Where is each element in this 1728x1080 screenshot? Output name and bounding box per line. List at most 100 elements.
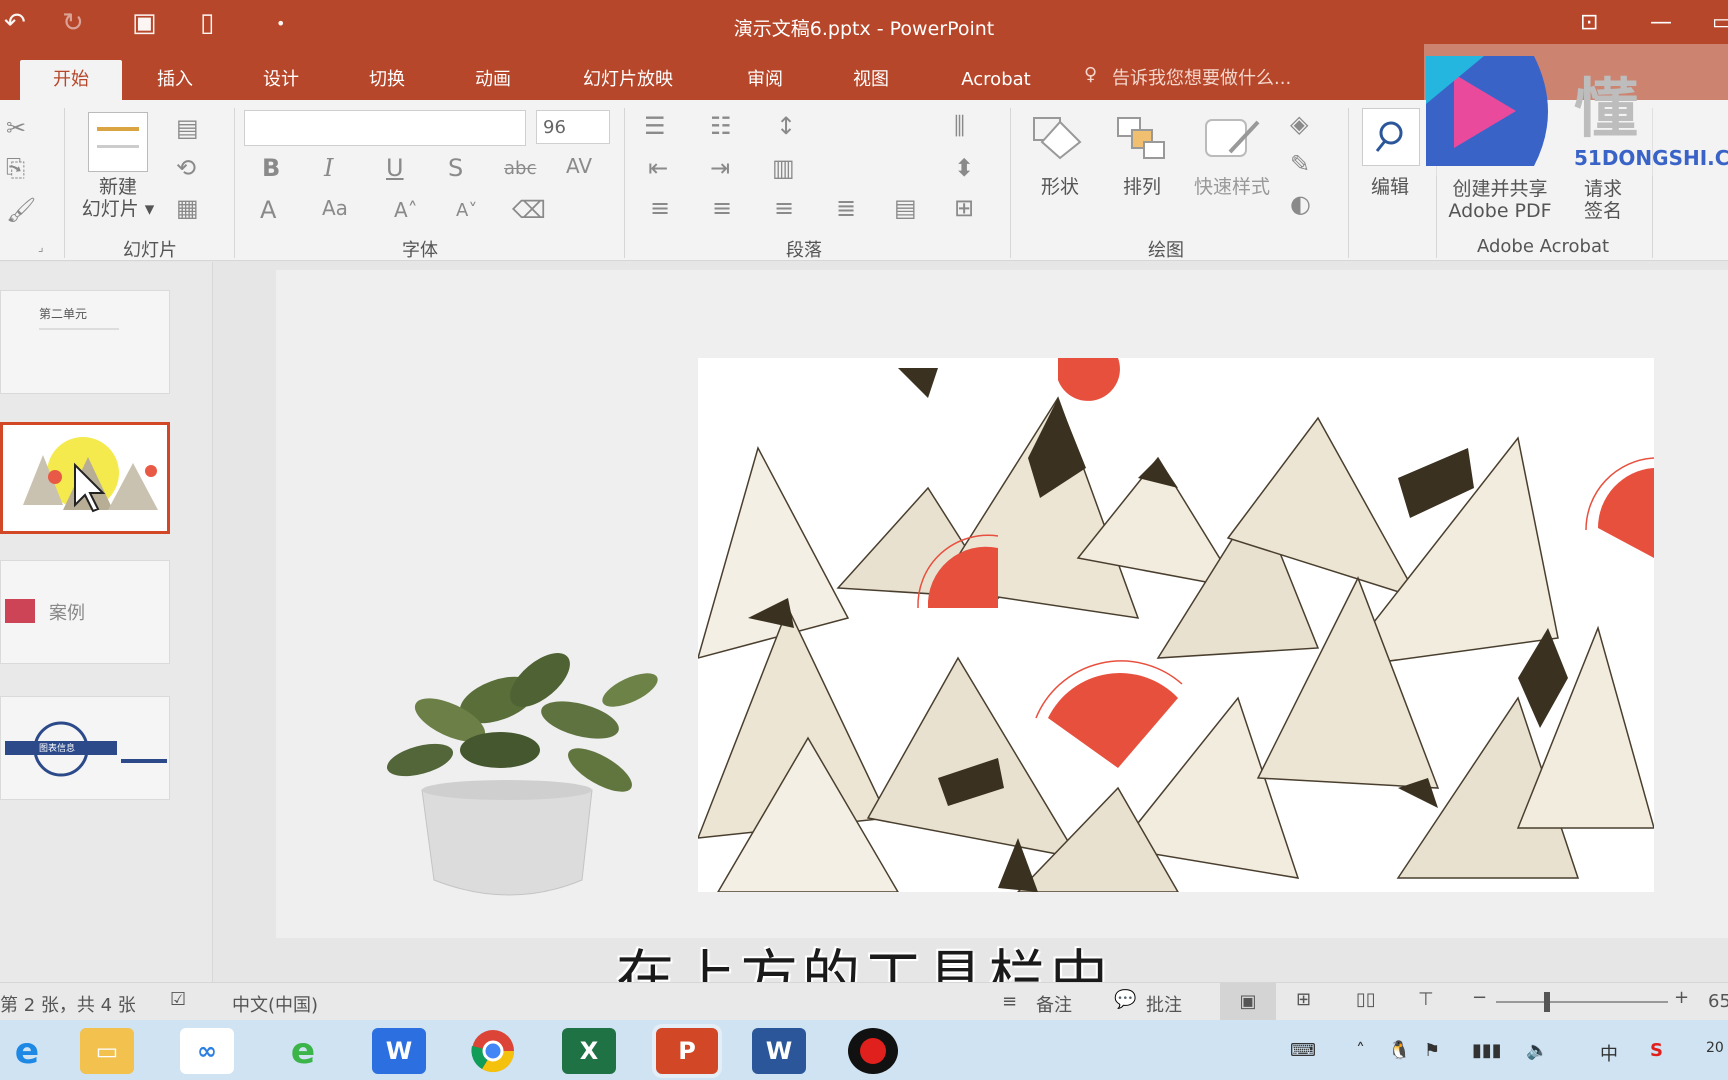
quick-styles-button[interactable]: 快速样式: [1182, 176, 1282, 198]
tab-insert[interactable]: 插入: [140, 60, 210, 100]
decrease-indent-icon[interactable]: ⇤: [648, 154, 668, 182]
align-left-icon[interactable]: ≡: [650, 194, 670, 222]
spellcheck-icon[interactable]: ☑: [170, 989, 186, 1010]
tab-transitions[interactable]: 切换: [352, 60, 422, 100]
copy-icon[interactable]: ⎘: [6, 154, 25, 182]
font-size-input[interactable]: 96: [536, 110, 610, 144]
quick-styles-icon[interactable]: [1200, 112, 1264, 164]
tray-expand-icon[interactable]: ˄: [1356, 1040, 1365, 1061]
smartart-icon[interactable]: ⊞: [954, 194, 974, 222]
align-center-icon[interactable]: ≡: [712, 194, 732, 222]
zoom-slider[interactable]: [1496, 992, 1668, 1012]
new-slide-button[interactable]: 新建 幻灯片 ▾: [76, 176, 160, 220]
layout-icon[interactable]: ▤: [176, 114, 199, 142]
qq-icon[interactable]: 🐧: [1388, 1040, 1410, 1061]
cut-icon[interactable]: ✂: [6, 114, 26, 142]
excel-icon[interactable]: X: [562, 1028, 616, 1074]
numbering-icon[interactable]: ☷: [710, 112, 732, 140]
ie-icon[interactable]: e: [0, 1028, 54, 1074]
character-spacing-icon[interactable]: AV: [566, 154, 592, 178]
bold-icon[interactable]: B: [262, 154, 280, 182]
arrange-icon[interactable]: [1112, 112, 1172, 164]
normal-view-icon[interactable]: ▣: [1220, 983, 1276, 1021]
slide-thumbnail-selected[interactable]: [0, 422, 170, 534]
shape-outline-icon[interactable]: ✎: [1290, 150, 1310, 178]
plant-image[interactable]: [350, 610, 690, 910]
powerpoint-icon[interactable]: P: [656, 1028, 718, 1074]
shadow-text-icon[interactable]: S: [448, 154, 463, 182]
screen-recorder-icon[interactable]: [848, 1028, 898, 1074]
tell-me-search[interactable]: 告诉我您想要做什么...: [1112, 64, 1291, 90]
editing-button[interactable]: 编辑: [1360, 176, 1420, 198]
wps-icon[interactable]: W: [372, 1028, 426, 1074]
language-text[interactable]: 中文(中国): [232, 991, 318, 1017]
justify-icon[interactable]: ≣: [836, 194, 856, 222]
distribute-icon[interactable]: ▤: [894, 194, 917, 222]
shapes-button[interactable]: 形状: [1030, 176, 1090, 198]
request-signature-button[interactable]: 请求 签名: [1568, 178, 1638, 222]
slideshow-view-icon[interactable]: ⊤: [1418, 989, 1434, 1010]
tab-review[interactable]: 审阅: [730, 60, 800, 100]
zoom-in-icon[interactable]: +: [1674, 987, 1689, 1008]
chrome-icon[interactable]: [466, 1028, 520, 1074]
tab-animations[interactable]: 动画: [458, 60, 528, 100]
keyboard-icon[interactable]: ⌨: [1290, 1040, 1316, 1061]
tab-view[interactable]: 视图: [836, 60, 906, 100]
underline-icon[interactable]: U: [386, 154, 404, 182]
reset-icon[interactable]: ⟲: [176, 154, 196, 182]
tab-slideshow[interactable]: 幻灯片放映: [568, 60, 688, 100]
file-explorer-icon[interactable]: ▭: [80, 1028, 134, 1074]
clock-text[interactable]: 20: [1706, 1040, 1724, 1056]
slide-thumbnail[interactable]: 案例: [0, 560, 170, 664]
baidu-netdisk-icon[interactable]: ∞: [180, 1028, 234, 1074]
zoom-level-text[interactable]: 65: [1708, 991, 1728, 1012]
clipboard-launcher-icon[interactable]: ⌟: [38, 240, 44, 254]
network-icon[interactable]: ▮▮▮: [1472, 1040, 1502, 1061]
italic-icon[interactable]: I: [324, 154, 333, 182]
ime-indicator[interactable]: 中: [1600, 1040, 1618, 1066]
word-icon[interactable]: W: [752, 1028, 806, 1074]
font-name-input[interactable]: [244, 110, 526, 146]
slide-thumbnail[interactable]: 第二单元: [0, 290, 170, 394]
section-icon[interactable]: ▦: [176, 194, 199, 222]
minimize-icon[interactable]: —: [1650, 10, 1672, 35]
flag-icon[interactable]: ⚑: [1424, 1040, 1440, 1061]
columns-icon[interactable]: ▥: [772, 154, 795, 182]
restore-icon[interactable]: ▭: [1712, 10, 1728, 35]
shapes-icon[interactable]: [1030, 112, 1088, 164]
zoom-slider-thumb[interactable]: [1544, 992, 1550, 1012]
find-icon[interactable]: [1362, 108, 1420, 166]
clear-formatting-icon[interactable]: ⌫: [512, 196, 546, 224]
slide-sorter-icon[interactable]: ⊞: [1296, 989, 1311, 1010]
font-color-icon[interactable]: A: [260, 196, 276, 224]
format-painter-icon[interactable]: 🖌: [6, 196, 36, 224]
ribbon-display-icon[interactable]: ⊡: [1580, 10, 1598, 35]
zoom-out-icon[interactable]: −: [1472, 987, 1487, 1008]
decrease-font-icon[interactable]: A˅: [456, 200, 477, 221]
comments-button[interactable]: 批注: [1146, 991, 1182, 1017]
browser-360-icon[interactable]: e: [276, 1028, 330, 1074]
slide-thumbnail[interactable]: 图表信息: [0, 696, 170, 800]
shape-effects-icon[interactable]: ◐: [1290, 190, 1311, 218]
change-case-icon[interactable]: Aa: [322, 196, 348, 220]
align-right-icon[interactable]: ≡: [774, 194, 794, 222]
bullets-icon[interactable]: ☰: [644, 112, 666, 140]
increase-indent-icon[interactable]: ⇥: [710, 154, 730, 182]
mountain-pattern-image[interactable]: [698, 358, 1654, 892]
notes-button[interactable]: 备注: [1036, 991, 1072, 1017]
volume-icon[interactable]: 🔈: [1526, 1040, 1548, 1061]
tab-home[interactable]: 开始: [20, 60, 122, 100]
sogou-icon[interactable]: S: [1650, 1040, 1663, 1061]
line-spacing-icon[interactable]: ↕: [776, 112, 796, 140]
reading-view-icon[interactable]: ▯▯: [1356, 989, 1376, 1010]
text-direction-icon[interactable]: ⫼: [954, 112, 965, 140]
create-share-pdf-button[interactable]: 创建并共享 Adobe PDF: [1440, 178, 1560, 222]
new-slide-icon[interactable]: [88, 112, 148, 172]
tab-acrobat[interactable]: Acrobat: [948, 60, 1044, 100]
tab-design[interactable]: 设计: [246, 60, 316, 100]
align-text-icon[interactable]: ⬍: [954, 154, 974, 182]
increase-font-icon[interactable]: A˄: [394, 198, 418, 222]
strikethrough-icon[interactable]: abc: [504, 158, 536, 179]
arrange-button[interactable]: 排列: [1112, 176, 1172, 198]
shape-fill-icon[interactable]: ◈: [1290, 110, 1308, 138]
